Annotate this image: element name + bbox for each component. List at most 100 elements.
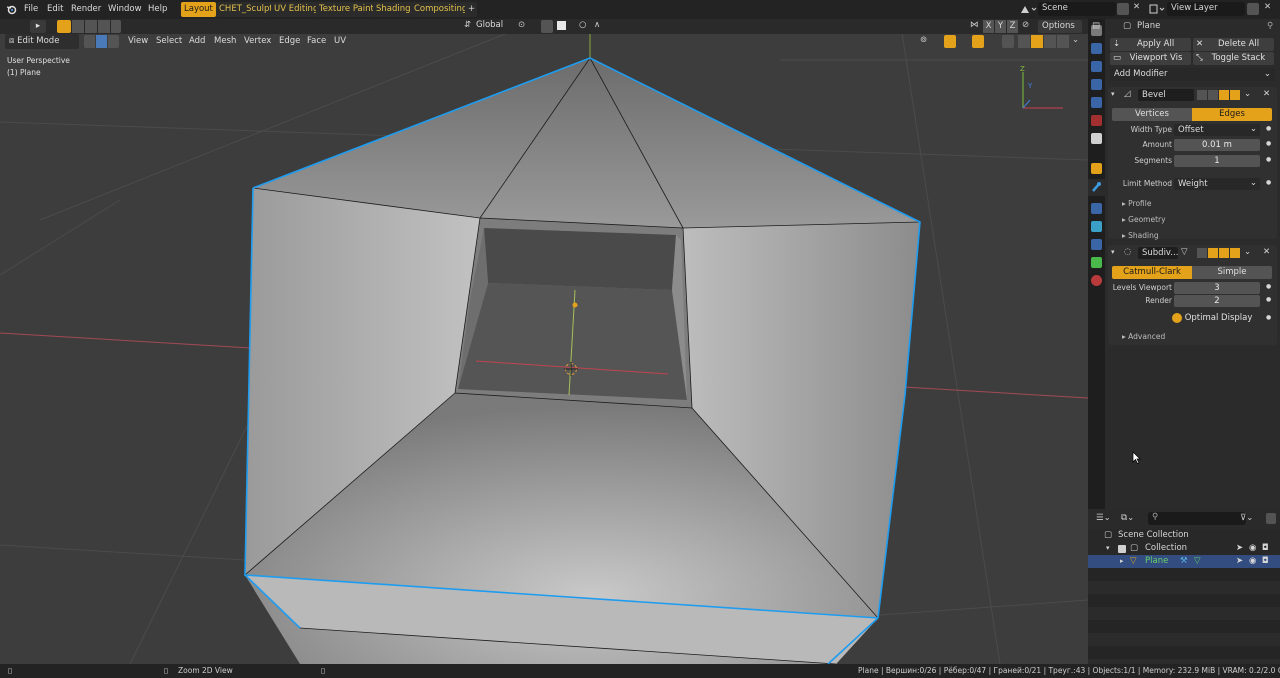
tab-material-icon[interactable] [1091, 275, 1102, 286]
keyframe-dot-icon[interactable]: ● [1266, 283, 1271, 290]
shading-solid-icon[interactable] [1031, 35, 1043, 48]
snap-icon[interactable] [541, 20, 553, 33]
tab-particles-icon[interactable] [1091, 203, 1102, 214]
viewport-display-icon[interactable] [1219, 90, 1229, 100]
tab-physics-icon[interactable] [1091, 221, 1102, 232]
tab-object-icon[interactable] [1091, 163, 1102, 174]
tab-scene-icon[interactable] [1091, 97, 1102, 108]
expand-arrow-icon[interactable]: ▸ [1120, 555, 1124, 568]
select-intersect-icon[interactable] [111, 20, 121, 33]
menu-file[interactable]: File [20, 2, 42, 17]
axis-y-toggle[interactable]: Y [995, 20, 1006, 33]
shading-options-icon[interactable]: ⌄ [1072, 35, 1079, 45]
bevel-name-field[interactable]: Bevel [1138, 89, 1194, 101]
keyframe-dot-icon[interactable]: ● [1266, 296, 1271, 303]
keyframe-dot-icon[interactable]: ● [1266, 179, 1271, 186]
render-display-icon[interactable] [1230, 90, 1240, 100]
collapse-arrow-icon[interactable]: ▾ [1111, 90, 1115, 98]
tab-constraints-icon[interactable] [1091, 239, 1102, 250]
edit-mode-toggle-icon[interactable] [1197, 248, 1207, 258]
tab-world-icon[interactable] [1091, 115, 1102, 126]
menu-render[interactable]: Render [67, 2, 105, 17]
filter-icon[interactable]: ⊽⌄ [1240, 513, 1253, 523]
outliner-row-plane[interactable]: ▸ ▽ Plane ⚒ ▽ ➤ ◉ ◘ [1088, 555, 1280, 568]
view-layer-icon[interactable] [1148, 3, 1166, 16]
scene-field[interactable]: Scene [1038, 2, 1116, 16]
select-arrow-icon[interactable]: ➤ [1236, 542, 1243, 555]
subpanel-profile[interactable]: ▸ Profile [1122, 199, 1151, 208]
tab-compositing[interactable]: Compositing [411, 2, 471, 17]
modifier-menu-icon[interactable]: ⌄ [1244, 89, 1251, 99]
on-cage-icon[interactable]: ▽ [1181, 247, 1188, 257]
tab-output-icon[interactable] [1091, 61, 1102, 72]
outliner-search-input[interactable]: ⚲ [1148, 512, 1246, 525]
menu-vertex[interactable]: Vertex [241, 34, 274, 49]
subpanel-geometry[interactable]: ▸ Geometry [1122, 215, 1166, 224]
tab-data-icon[interactable] [1091, 257, 1102, 268]
menu-add[interactable]: Add [186, 34, 208, 49]
orientation-dropdown[interactable]: Global [476, 20, 503, 30]
xray-toggle-icon[interactable] [1002, 35, 1014, 48]
subpanel-advanced[interactable]: ▸ Advanced [1122, 332, 1165, 341]
gizmo-toggle-icon[interactable] [944, 35, 956, 48]
tab-layout[interactable]: Layout [181, 2, 216, 17]
outliner-row-collection[interactable]: ▾ ▢ Collection ➤ ◉ ◘ [1088, 542, 1280, 555]
eye-icon[interactable]: ◉ [1249, 542, 1256, 555]
axis-x-toggle[interactable]: X [983, 20, 994, 33]
mode-selector[interactable]: ⧈ Edit Mode [5, 34, 79, 49]
limit-method-dropdown[interactable]: Weight ⌄ [1174, 178, 1260, 190]
remove-modifier-icon[interactable]: ✕ [1263, 247, 1270, 257]
modifier-wrench-icon[interactable]: ⚒ [1180, 555, 1188, 568]
menu-mesh[interactable]: Mesh [211, 34, 239, 49]
modifier-menu-icon[interactable]: ⌄ [1244, 247, 1251, 257]
collapse-arrow-icon[interactable]: ▾ [1111, 248, 1115, 256]
tab-uv-editing[interactable]: UV Editing [271, 2, 322, 17]
menu-edge[interactable]: Edge [276, 34, 303, 49]
apply-all-button[interactable]: ⇣ Apply All [1110, 38, 1191, 51]
pin-properties-icon[interactable]: ⚲ [1267, 21, 1273, 31]
menu-view[interactable]: View [125, 34, 151, 49]
visibility-icon[interactable]: ⊚ [920, 35, 927, 45]
tab-view-layer-icon[interactable] [1091, 79, 1102, 90]
keyframe-dot-icon[interactable]: ● [1266, 156, 1271, 163]
options-dropdown[interactable]: Options [1038, 20, 1082, 33]
tab-modifier-icon[interactable] [1088, 179, 1105, 196]
shading-material-icon[interactable] [1044, 35, 1056, 48]
keyframe-dot-icon[interactable]: ● [1266, 125, 1271, 132]
viewport-display-icon[interactable] [1219, 248, 1229, 258]
view-layer-close-icon[interactable]: ✕ [1264, 2, 1271, 12]
subpanel-shading[interactable]: ▸ Shading [1122, 231, 1159, 240]
tab-chet-sculpt[interactable]: CHET_Sculpt [216, 2, 276, 17]
editmode-display-icon[interactable] [1208, 90, 1218, 100]
mirror-icon[interactable]: ⋈ [970, 20, 979, 30]
editmode-display-icon[interactable] [1208, 248, 1218, 258]
camera-icon[interactable]: ◘ [1262, 555, 1269, 568]
shading-rendered-icon[interactable] [1057, 35, 1069, 48]
scene-copy-icon[interactable] [1117, 3, 1129, 15]
subdiv-name-field[interactable]: Subdiv... [1138, 247, 1178, 259]
overlay-toggle-icon[interactable] [972, 35, 984, 48]
select-invert-icon[interactable] [98, 20, 110, 33]
new-collection-icon[interactable] [1266, 513, 1276, 524]
catmull-clark-button[interactable]: Catmull-Clark [1112, 266, 1192, 279]
optimal-display-checkbox[interactable]: Optimal Display [1172, 312, 1252, 324]
menu-window[interactable]: Window [104, 2, 146, 17]
properties-editor-icon[interactable]: ▤ [1092, 21, 1100, 31]
toggle-stack-button[interactable]: ⤡ Toggle Stack [1193, 52, 1274, 65]
camera-icon[interactable]: ◘ [1262, 542, 1269, 555]
pin-icon[interactable]: ⊘ [1022, 20, 1029, 30]
width-type-dropdown[interactable]: Offset ⌄ [1174, 124, 1260, 136]
outliner-editor-icon[interactable]: ☰⌄ [1096, 513, 1111, 523]
vertex-select-icon[interactable] [84, 35, 95, 48]
render-levels-field[interactable]: 2 [1174, 295, 1260, 307]
display-mode-icon[interactable]: ⧉⌄ [1121, 513, 1134, 523]
select-arrow-icon[interactable]: ➤ [1236, 555, 1243, 568]
tab-collection-icon[interactable] [1091, 133, 1102, 144]
expand-arrow-icon[interactable]: ▾ [1106, 542, 1110, 555]
simple-button[interactable]: Simple [1192, 266, 1272, 279]
select-subtract-icon[interactable] [85, 20, 97, 33]
menu-select[interactable]: Select [153, 34, 185, 49]
menu-uv[interactable]: UV [331, 34, 349, 49]
scene-close-icon[interactable]: ✕ [1133, 2, 1140, 12]
select-extend-icon[interactable] [72, 20, 84, 33]
